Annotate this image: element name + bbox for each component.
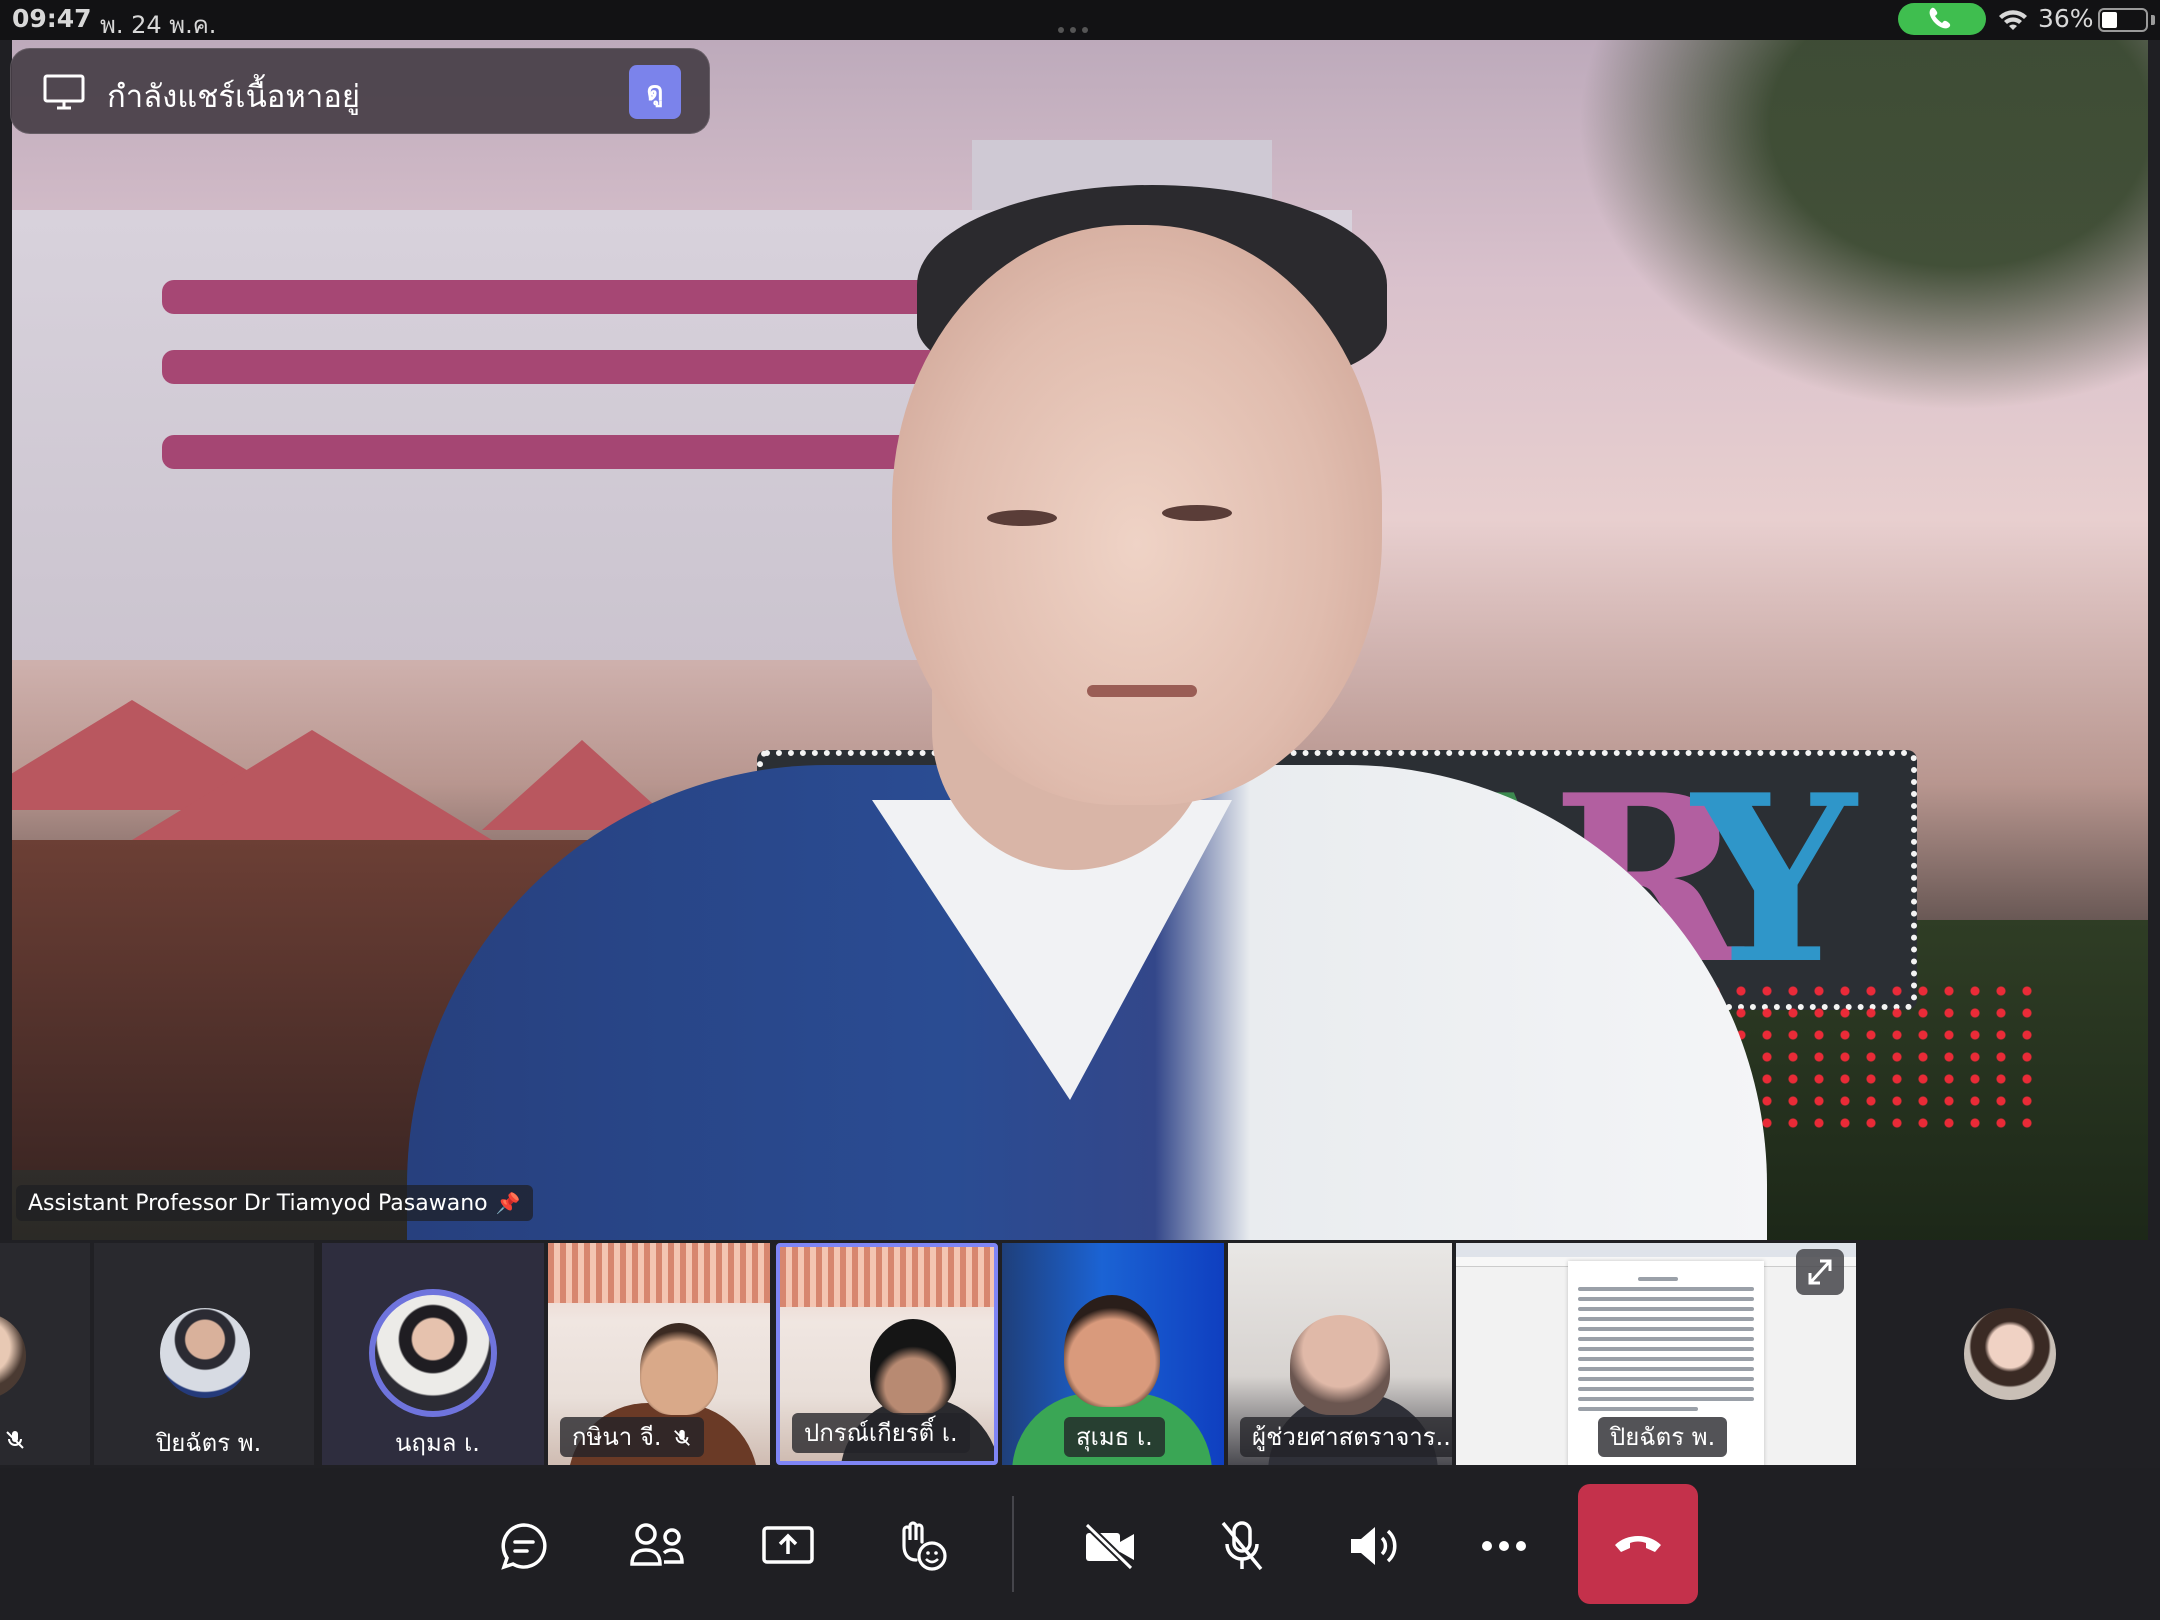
speaker-name: Assistant Professor Dr Tiamyod Pasawano [28, 1191, 488, 1216]
participant-avatar [1964, 1308, 2056, 1400]
monitor-icon [43, 74, 85, 110]
participant-name: ปิยฉัตร พ. [156, 1429, 262, 1457]
participant-tile[interactable]: นฤมล เ. [322, 1243, 544, 1465]
battery-tip [2151, 15, 2155, 25]
mic-off-icon [1221, 1521, 1263, 1571]
view-shared-content-button[interactable]: ดู [629, 65, 681, 119]
speaker-face [892, 225, 1382, 805]
video-background-slats [780, 1247, 994, 1307]
participant-face [1064, 1295, 1160, 1407]
participant-name-label: ปกรณ์เกียรติ์ เ. [792, 1413, 970, 1453]
video-background-slats [548, 1243, 770, 1303]
controls-divider [1012, 1496, 1014, 1592]
leave-call-button[interactable] [1578, 1484, 1698, 1604]
people-icon [630, 1523, 684, 1566]
more-icon [1482, 1541, 1526, 1551]
expand-icon[interactable] [1796, 1249, 1844, 1295]
participant-name-label: ผู้ช่วยศาสตราจาร... [1240, 1417, 1452, 1457]
participant-avatar [0, 1313, 26, 1399]
camera-toggle-button[interactable] [1080, 1518, 1140, 1574]
background-flowers [162, 435, 952, 469]
mic-off-icon [673, 1429, 690, 1446]
participant-tile[interactable] [1860, 1243, 2160, 1465]
participant-face [870, 1319, 956, 1415]
participant-name-label: กษินา จี. [560, 1417, 704, 1457]
chat-icon [501, 1523, 547, 1570]
more-options-button[interactable] [1476, 1518, 1532, 1574]
speaker-icon [1351, 1527, 1397, 1565]
raise-hand-icon [902, 1521, 947, 1571]
speaker-button[interactable] [1346, 1518, 1402, 1574]
wifi-icon [1999, 10, 2027, 30]
participant-avatar [160, 1308, 250, 1398]
participant-tile[interactable]: ปิยฉัตร พ. [94, 1243, 314, 1465]
mic-off-icon [6, 1431, 24, 1449]
shared-screen-tile[interactable]: ปิยฉัตร พ. [1456, 1243, 1856, 1465]
speaker-eye [987, 510, 1057, 526]
participant-video-tile[interactable]: สุเมธ เ. [1002, 1243, 1224, 1465]
participant-video-tile[interactable]: ผู้ช่วยศาสตราจาร... [1228, 1243, 1452, 1465]
participant-face [640, 1323, 718, 1415]
participant-name: นฤมล เ. [395, 1429, 480, 1457]
active-call-pill[interactable] [1898, 3, 1986, 35]
main-video-stage[interactable]: A R Y [12, 40, 2148, 1240]
multitasking-dots-icon[interactable] [1058, 18, 1102, 33]
background-trees [1512, 40, 2148, 460]
participant-video-tile[interactable]: กษินา จี. [548, 1243, 770, 1465]
reactions-button[interactable] [892, 1518, 952, 1574]
background-flowers [162, 350, 952, 384]
speaker-eye [1162, 505, 1232, 521]
participant-face [1290, 1315, 1390, 1415]
microphone-toggle-button[interactable] [1214, 1518, 1270, 1574]
people-button[interactable] [628, 1518, 688, 1574]
speaker-mouth [1087, 685, 1197, 697]
battery-percent: 36% [2038, 4, 2094, 33]
camera-off-icon [1084, 1522, 1134, 1571]
background-sign-letter: Y [1692, 745, 1857, 1015]
participant-name-label: สุเมธ เ. [1064, 1417, 1165, 1457]
sharing-label: กำลังแชร์เนื้อหาอยู่ [107, 79, 361, 115]
hang-up-icon [1615, 1536, 1661, 1552]
content-sharing-banner[interactable]: กำลังแชร์เนื้อหาอยู่ ดู [10, 48, 710, 134]
participant-name-label: ปิยฉัตร พ. [1598, 1417, 1728, 1457]
status-date: พ. 24 พ.ค. [100, 11, 217, 39]
speaker-name-tag: Assistant Professor Dr Tiamyod Pasawano 📌 [16, 1185, 533, 1221]
background-flowers [162, 280, 952, 314]
participant-video-tile-active-speaker[interactable]: ปกรณ์เกียรติ์ เ. [776, 1243, 998, 1465]
chat-button[interactable] [496, 1518, 552, 1574]
status-bar: 09:47 พ. 24 พ.ค. 36% [0, 0, 2160, 40]
status-time: 09:47 [12, 4, 92, 33]
participant-avatar [369, 1289, 497, 1417]
share-screen-icon [762, 1526, 814, 1564]
pin-icon[interactable]: 📌 [496, 1185, 521, 1221]
participant-tile[interactable] [0, 1243, 90, 1465]
phone-icon [1929, 7, 1951, 29]
share-screen-button[interactable] [760, 1518, 816, 1574]
battery-icon [2098, 8, 2148, 32]
